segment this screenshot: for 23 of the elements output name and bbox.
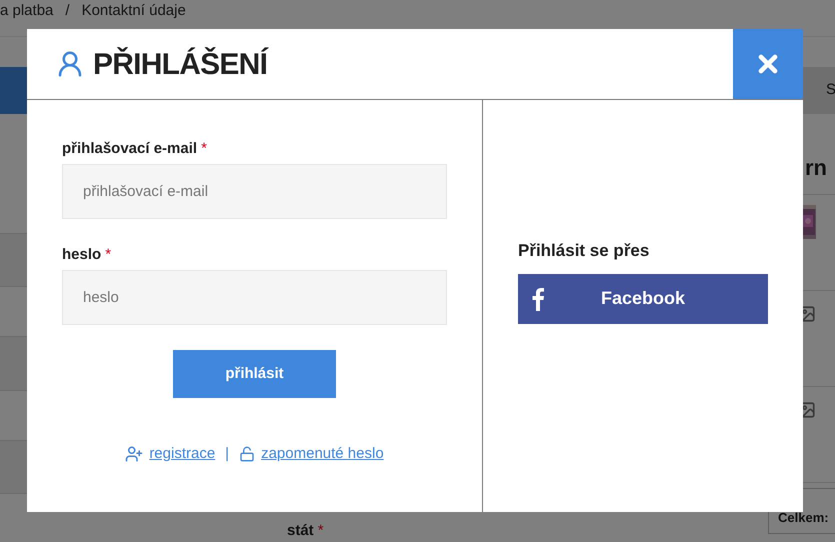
forgot-password-link[interactable]: zapomenuté heslo: [261, 443, 384, 466]
input-field[interactable]: heslo: [62, 270, 447, 325]
required-mark: *: [318, 520, 324, 540]
unlocked-icon: [239, 446, 256, 462]
breadcrumb-item[interactable]: Kontaktní údaje: [82, 0, 186, 22]
login-button[interactable]: přihlásit: [173, 350, 336, 398]
field-label: stát: [287, 520, 314, 540]
link-separator: |: [225, 444, 230, 464]
breadcrumb-item[interactable]: a platba: [0, 0, 54, 22]
facebook-button[interactable]: Facebook: [518, 274, 768, 324]
input-field[interactable]: přihlašovací e-mail: [62, 164, 447, 219]
dialog-title: PŘIHLÁŠENÍ: [93, 46, 268, 82]
field-label: přihlašovací e-mail: [62, 139, 198, 159]
register-link[interactable]: registrace: [149, 443, 216, 466]
field-label: heslo: [62, 245, 102, 265]
facebook-icon: [532, 286, 544, 311]
nav-bar: [0, 67, 27, 114]
required-mark: *: [105, 245, 112, 265]
social-login-heading: Přihlásit se přes: [518, 240, 650, 262]
add-user-icon: [125, 445, 144, 464]
breadcrumb-separator: /: [65, 1, 70, 21]
required-mark: *: [201, 139, 207, 159]
close-button[interactable]: [733, 29, 803, 99]
